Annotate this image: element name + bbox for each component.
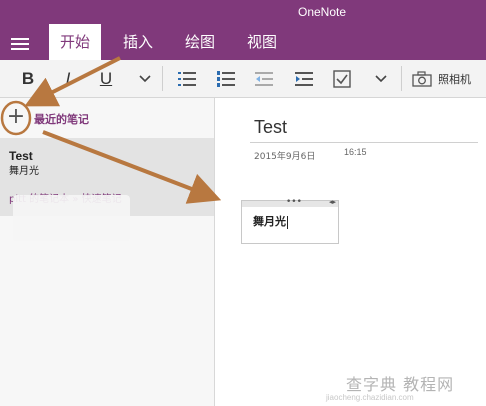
numbered-list-icon — [217, 70, 235, 87]
increase-indent-icon — [295, 71, 313, 86]
bullet-list-button[interactable] — [175, 60, 199, 97]
hamburger-menu-icon[interactable] — [11, 38, 29, 50]
increase-indent-button[interactable] — [292, 60, 316, 97]
container-text: 舞月光 — [253, 215, 286, 228]
bold-button[interactable]: B — [16, 60, 40, 97]
title-bar: OneNote — [0, 0, 486, 24]
camera-icon — [412, 70, 432, 87]
chevron-down-icon — [139, 74, 151, 82]
page-time: 16:15 — [344, 147, 367, 157]
tab-view[interactable]: 视图 — [236, 24, 288, 60]
italic-button[interactable]: I — [56, 60, 80, 97]
blurred-region — [13, 195, 130, 241]
container-drag-handle[interactable]: ••• ◂▸ — [242, 197, 338, 207]
watermark-url: jiaocheng.chazidian.com — [326, 393, 414, 402]
italic-label: I — [65, 68, 71, 88]
page-date: 2015年9月6日 — [254, 152, 316, 162]
note-item-title: Test — [9, 149, 33, 163]
divider — [401, 66, 402, 91]
decrease-indent-button[interactable] — [252, 60, 276, 97]
add-note-button[interactable]: + — [6, 106, 26, 128]
camera-label: 照相机 — [438, 72, 471, 86]
recent-notes-sidebar: + 最近的笔记 Test 舞月光 pitt 的笔记本 » 快速笔记 — [0, 98, 215, 406]
app-title: OneNote — [298, 5, 347, 19]
tab-bar: 开始 插入 绘图 视图 — [0, 24, 486, 60]
underline-button[interactable]: U — [94, 60, 118, 97]
bold-label: B — [21, 68, 35, 88]
underline-label: U — [99, 68, 113, 88]
title-underline — [250, 142, 478, 143]
container-content[interactable]: 舞月光 — [253, 213, 288, 229]
recent-notes-header: + 最近的笔记 — [0, 98, 214, 138]
watermark-text: 查字典 教程网 — [346, 375, 455, 394]
format-more-dropdown[interactable] — [134, 60, 156, 97]
note-page[interactable]: Test 2015年9月6日 16:15 ••• ◂▸ 舞月光 — [215, 98, 486, 406]
page-title[interactable]: Test — [254, 117, 287, 138]
checkbox-icon — [333, 69, 351, 88]
divider — [162, 66, 163, 91]
drag-dots-icon: ••• — [286, 197, 302, 207]
camera-button[interactable]: 照相机 — [412, 60, 486, 97]
todo-tag-button[interactable] — [330, 60, 354, 97]
decrease-indent-icon — [255, 71, 273, 86]
bullet-list-icon — [178, 71, 196, 86]
ribbon: B I U 照相机 — [0, 60, 486, 98]
tags-more-dropdown[interactable] — [370, 60, 392, 97]
resize-arrows-icon[interactable]: ◂▸ — [329, 198, 336, 206]
chevron-down-icon — [375, 74, 387, 82]
tab-home[interactable]: 开始 — [49, 24, 101, 60]
tab-draw[interactable]: 绘图 — [174, 24, 226, 60]
note-container[interactable]: ••• ◂▸ 舞月光 — [241, 197, 339, 244]
recent-notes-label: 最近的笔记 — [34, 113, 89, 126]
text-cursor — [287, 215, 288, 229]
numbered-list-button[interactable] — [214, 60, 238, 97]
watermark: 查字典 教程网 jiaocheng.chazidian.com — [326, 371, 476, 405]
note-item-preview: 舞月光 — [9, 166, 39, 177]
tab-insert[interactable]: 插入 — [112, 24, 164, 60]
